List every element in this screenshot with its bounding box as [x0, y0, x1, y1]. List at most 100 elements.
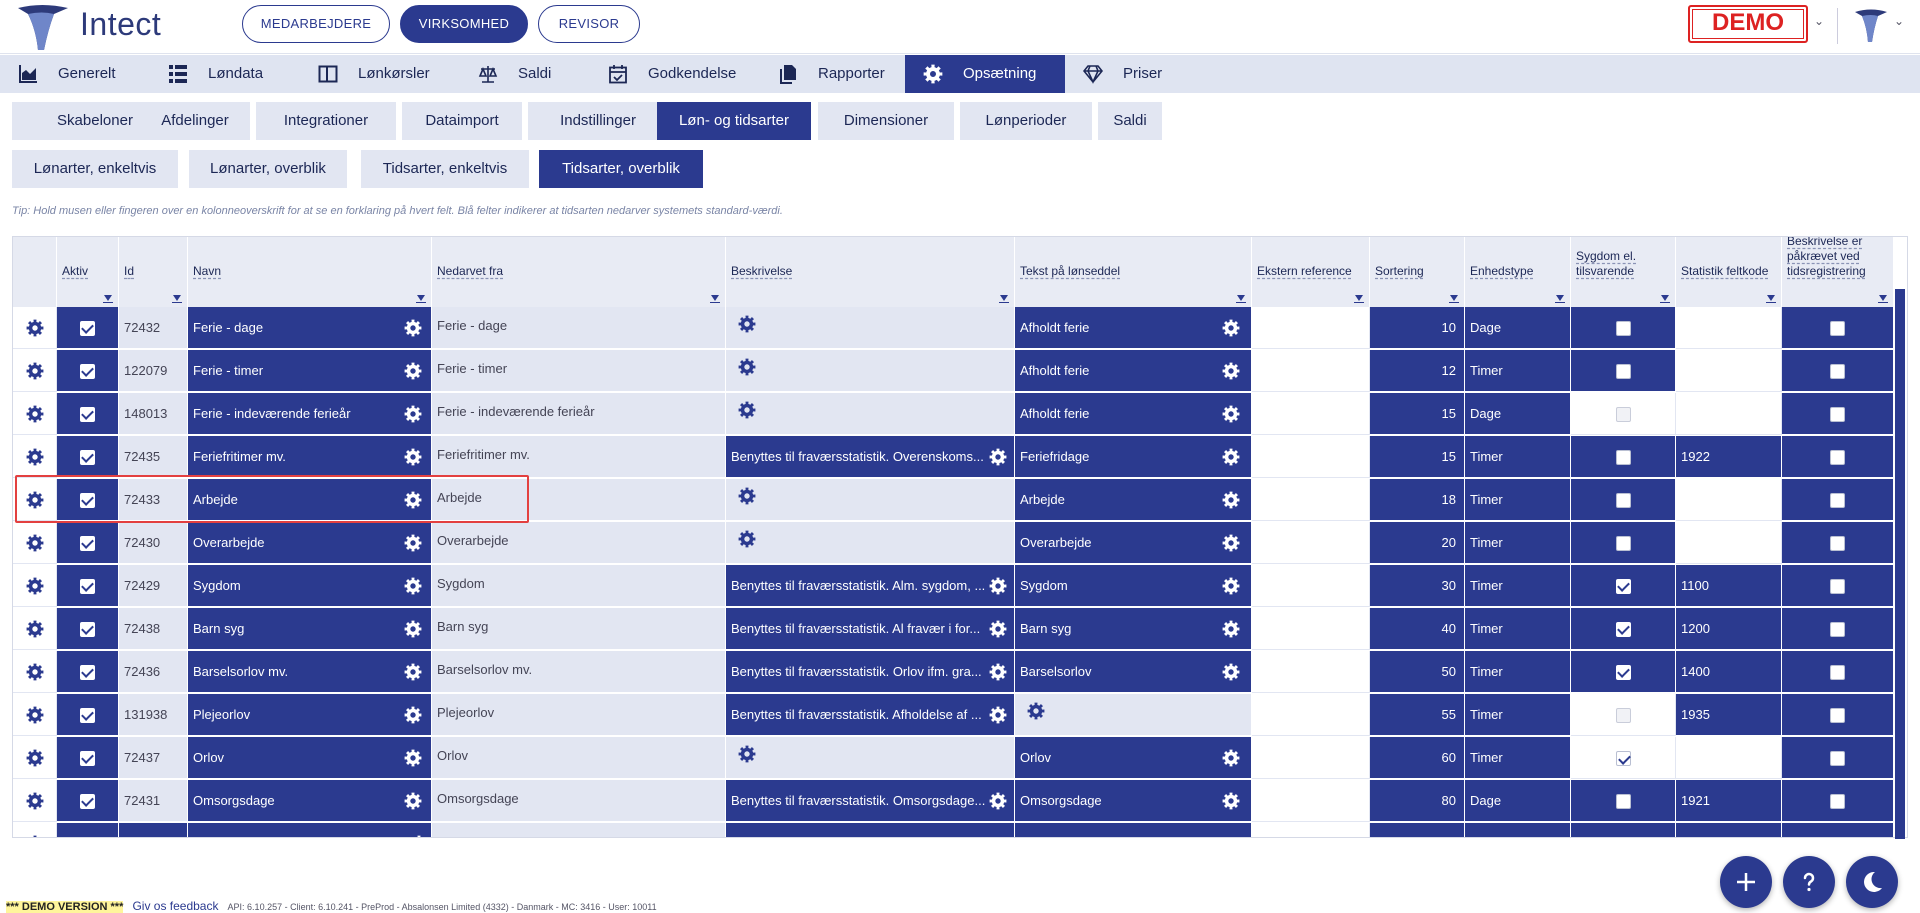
- name-cell[interactable]: Ferie - timer: [188, 350, 432, 392]
- column-header-nedarvet[interactable]: Nedarvet fra: [432, 237, 726, 307]
- gear-icon[interactable]: [989, 577, 1007, 595]
- filter-icon[interactable]: [104, 295, 112, 301]
- sort-order-cell[interactable]: 18: [1370, 479, 1465, 521]
- gear-icon[interactable]: [738, 315, 756, 333]
- sort-order-cell[interactable]: 15: [1370, 436, 1465, 478]
- filter-icon[interactable]: [1879, 295, 1887, 301]
- column-header-navn[interactable]: Navn: [188, 237, 432, 307]
- payslip-text-cell[interactable]: Sygdom: [1015, 565, 1252, 607]
- checkbox[interactable]: [80, 321, 95, 336]
- external-reference-cell[interactable]: [1252, 608, 1370, 650]
- column-header-tekst[interactable]: Tekst på lønseddel: [1015, 237, 1252, 307]
- external-reference-cell[interactable]: [1252, 479, 1370, 521]
- description-cell[interactable]: [726, 350, 1015, 392]
- gear-icon[interactable]: [404, 620, 422, 638]
- column-header-sortering[interactable]: Sortering: [1370, 237, 1465, 307]
- subtab-7[interactable]: Lønperioder: [960, 102, 1092, 140]
- nav-godkendelse[interactable]: Godkendelse: [590, 55, 760, 93]
- description-cell[interactable]: Benyttes til fraværsstatistik. Al fravær…: [726, 608, 1015, 650]
- sort-order-cell[interactable]: 10: [1370, 307, 1465, 349]
- external-reference-cell[interactable]: [1252, 393, 1370, 435]
- gear-icon[interactable]: [1222, 405, 1240, 423]
- name-cell[interactable]: Barselsorlov mv.: [188, 651, 432, 693]
- unit-type-cell[interactable]: Timer: [1465, 737, 1571, 779]
- gear-icon[interactable]: [989, 448, 1007, 466]
- checkbox[interactable]: [80, 794, 95, 809]
- checkbox[interactable]: [1830, 794, 1845, 809]
- statistics-code-cell[interactable]: [1676, 307, 1782, 349]
- column-header-krav[interactable]: Beskrivelse er påkrævet ved tidsregistre…: [1782, 237, 1894, 307]
- gear-icon[interactable]: [26, 319, 44, 337]
- unit-type-cell[interactable]: Timer: [1465, 479, 1571, 521]
- gear-icon[interactable]: [26, 749, 44, 767]
- sort-order-cell[interactable]: 50: [1370, 651, 1465, 693]
- unit-type-cell[interactable]: Timer: [1465, 694, 1571, 736]
- checkbox[interactable]: [1830, 364, 1845, 379]
- checkbox[interactable]: [1830, 450, 1845, 465]
- gear-icon[interactable]: [410, 835, 428, 838]
- gear-icon[interactable]: [738, 401, 756, 419]
- checkbox[interactable]: [80, 751, 95, 766]
- name-cell[interactable]: Overarbejde: [188, 522, 432, 564]
- payslip-text-cell[interactable]: [1015, 694, 1252, 736]
- nav-rapporter[interactable]: Rapporter: [760, 55, 905, 93]
- external-reference-cell[interactable]: [1252, 651, 1370, 693]
- payslip-text-cell[interactable]: Afholdt ferie: [1015, 393, 1252, 435]
- statistics-code-cell[interactable]: [1676, 479, 1782, 521]
- gear-icon[interactable]: [1027, 702, 1045, 720]
- sort-order-cell[interactable]: 12: [1370, 350, 1465, 392]
- payslip-text-cell[interactable]: Arbejde: [1015, 479, 1252, 521]
- name-cell[interactable]: Ferie - indeværende ferieår: [188, 393, 432, 435]
- payslip-text-cell[interactable]: Omsorgsdage: [1015, 780, 1252, 822]
- external-reference-cell[interactable]: [1252, 350, 1370, 392]
- column-header-id[interactable]: Id: [119, 237, 188, 307]
- gear-icon[interactable]: [404, 749, 422, 767]
- column-header-beskrivelse[interactable]: Beskrivelse: [726, 237, 1015, 307]
- grid-scrollbar[interactable]: [1895, 289, 1905, 839]
- filter-icon[interactable]: [1450, 295, 1458, 301]
- checkbox[interactable]: [1616, 364, 1631, 379]
- demo-badge[interactable]: DEMO: [1688, 5, 1808, 43]
- gear-icon[interactable]: [26, 835, 44, 838]
- checkbox[interactable]: [1616, 579, 1631, 594]
- statistics-code-cell[interactable]: 1100: [1676, 565, 1782, 607]
- gear-icon[interactable]: [738, 358, 756, 376]
- subtab-2-3[interactable]: Tidsarter, overblik: [539, 150, 703, 188]
- statistics-code-cell[interactable]: 1922: [1676, 436, 1782, 478]
- gear-icon[interactable]: [738, 530, 756, 548]
- sort-order-cell[interactable]: 15: [1370, 393, 1465, 435]
- checkbox[interactable]: [1830, 493, 1845, 508]
- name-cell[interactable]: Omsorgsdage: [188, 780, 432, 822]
- statistics-code-cell[interactable]: 1921: [1676, 780, 1782, 822]
- statistics-code-cell[interactable]: 1935: [1676, 694, 1782, 736]
- gear-icon[interactable]: [738, 745, 756, 763]
- external-reference-cell[interactable]: [1252, 436, 1370, 478]
- external-reference-cell[interactable]: [1252, 737, 1370, 779]
- checkbox[interactable]: [1830, 751, 1845, 766]
- checkbox[interactable]: [1830, 622, 1845, 637]
- unit-type-cell[interactable]: Dage: [1465, 780, 1571, 822]
- filter-icon[interactable]: [1767, 295, 1775, 301]
- chevron-down-icon[interactable]: ⌄: [1814, 14, 1824, 28]
- checkbox[interactable]: [1616, 450, 1631, 465]
- gear-icon[interactable]: [738, 487, 756, 505]
- gear-icon[interactable]: [1222, 749, 1240, 767]
- filter-icon[interactable]: [1556, 295, 1564, 301]
- payslip-text-cell[interactable]: Barn syg: [1015, 608, 1252, 650]
- payslip-text-cell[interactable]: Orlov: [1015, 737, 1252, 779]
- checkbox[interactable]: [1830, 665, 1845, 680]
- payslip-text-cell[interactable]: Overarbejde: [1015, 522, 1252, 564]
- checkbox[interactable]: [80, 364, 95, 379]
- column-header-aktiv[interactable]: Aktiv: [57, 237, 119, 307]
- gear-icon[interactable]: [1222, 448, 1240, 466]
- name-cell[interactable]: Orlov: [188, 737, 432, 779]
- unit-type-cell[interactable]: Timer: [1465, 565, 1571, 607]
- subtab-6[interactable]: Dimensioner: [818, 102, 954, 140]
- gear-icon[interactable]: [1222, 319, 1240, 337]
- checkbox[interactable]: [80, 579, 95, 594]
- gear-icon[interactable]: [989, 706, 1007, 724]
- column-header-statistik[interactable]: Statistik feltkode: [1676, 237, 1782, 307]
- checkbox[interactable]: [80, 450, 95, 465]
- statistics-code-cell[interactable]: [1676, 522, 1782, 564]
- intect-logo-icon[interactable]: [14, 4, 72, 52]
